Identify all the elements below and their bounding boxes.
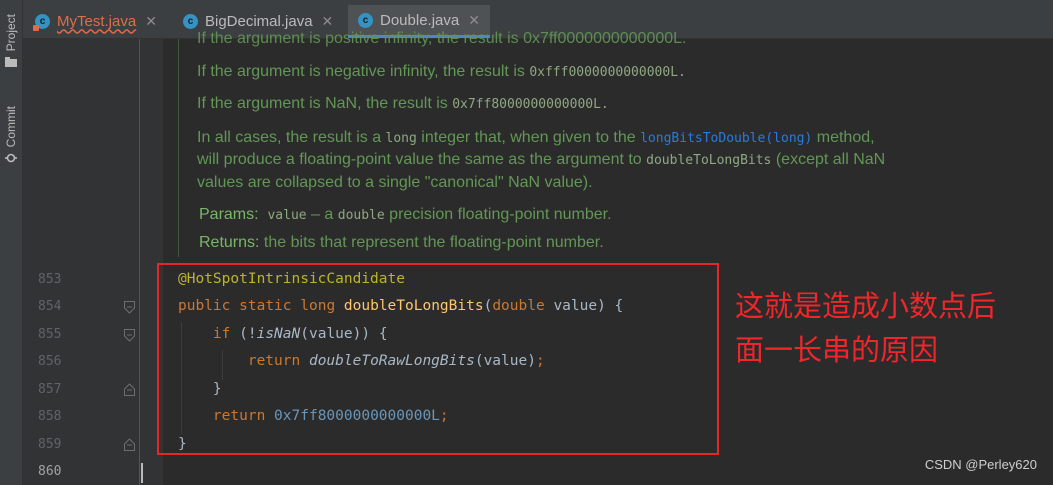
highlight-box: [157, 263, 719, 455]
line-number: 854: [38, 299, 62, 314]
close-icon[interactable]: ✕: [322, 13, 334, 30]
close-icon[interactable]: ✕: [468, 12, 480, 29]
annotation-note-line: 这就是造成小数点后: [735, 289, 997, 323]
doc-negative-infinity: If the argument is negative infinity, th…: [197, 63, 686, 80]
text-caret: [141, 463, 143, 483]
watermark: CSDN @Perley620: [924, 457, 1037, 472]
rendered-javadoc: If the argument is positive infinity, th…: [178, 30, 1053, 257]
fold-close-icon[interactable]: [124, 383, 135, 396]
fold-open-icon[interactable]: [124, 329, 135, 342]
fold-open-icon[interactable]: [124, 301, 135, 314]
longbitstodouble-link[interactable]: longBitsToDouble(long): [640, 131, 812, 146]
annotation-note-line: 面一长串的原因: [735, 333, 939, 367]
doc-all-cases-line-1: In all cases, the result is a long integ…: [197, 129, 875, 146]
tab-label: Double.java: [380, 11, 460, 29]
tab-label: BigDecimal.java: [205, 12, 313, 30]
doc-all-cases-line-2: will produce a floating-point value the …: [197, 151, 886, 168]
line-number: 858: [38, 409, 62, 424]
project-tool-tab[interactable]: Project: [0, 14, 22, 68]
line-number: 857: [38, 382, 62, 397]
annotation-note: 这就是造成小数点后 面一长串的原因: [735, 284, 1045, 372]
commit-tab-label: Commit: [4, 106, 18, 148]
project-tab-label: Project: [4, 14, 18, 52]
line-number: 859: [38, 437, 62, 452]
line-number: 856: [38, 354, 62, 369]
doc-clipped-line: If the argument is positive infinity, th…: [197, 30, 687, 47]
folder-icon: [5, 57, 17, 68]
line-number: 853: [38, 272, 62, 287]
tab-label: MyTest.java: [57, 12, 137, 30]
java-class-icon: c: [33, 13, 50, 31]
tool-window-sidebar: Project Commit: [0, 0, 23, 485]
doc-all-cases-line-3: values are collapsed to a single "canoni…: [197, 174, 593, 191]
doc-returns: Returns: the bits that represent the flo…: [199, 234, 604, 251]
gutter-divider: [139, 39, 140, 485]
fold-close-icon[interactable]: [124, 438, 135, 451]
doc-params: Params: value – a double precision float…: [199, 206, 612, 223]
java-class-icon: c: [358, 12, 373, 28]
commit-icon: [5, 154, 17, 163]
line-number: 855: [38, 327, 62, 342]
java-class-icon: c: [183, 13, 198, 29]
doc-nan: If the argument is NaN, the result is 0x…: [197, 95, 609, 112]
commit-tool-tab[interactable]: Commit: [0, 106, 22, 164]
tab-mytest[interactable]: c MyTest.java ✕: [33, 5, 157, 37]
close-icon[interactable]: ✕: [145, 13, 157, 30]
line-number-current: 860: [38, 464, 62, 479]
